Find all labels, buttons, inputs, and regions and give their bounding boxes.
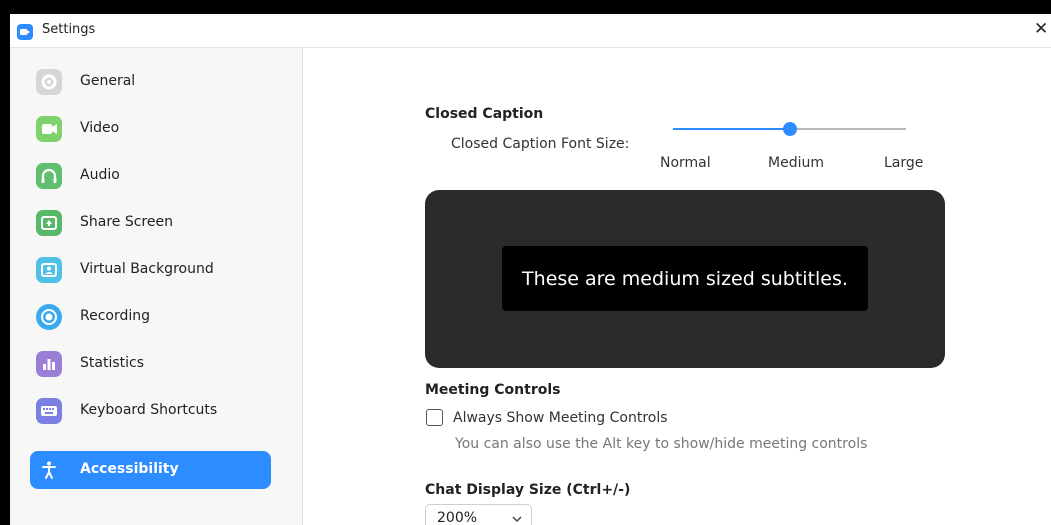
close-icon[interactable]: ✕: [1034, 19, 1048, 39]
sidebar-item-label: Statistics: [80, 355, 144, 371]
sidebar-item-audio[interactable]: Audio: [30, 157, 271, 195]
meeting-controls-title: Meeting Controls: [425, 382, 561, 398]
sidebar-item-video[interactable]: Video: [30, 110, 271, 148]
sidebar-item-keyboard-shortcuts[interactable]: Keyboard Shortcuts: [30, 392, 271, 430]
record-icon: [36, 304, 62, 330]
sidebar-item-recording[interactable]: Recording: [30, 298, 271, 336]
sidebar-item-general[interactable]: General: [30, 63, 271, 101]
sidebar-item-label: Accessibility: [80, 461, 179, 477]
slider-track-filled: [673, 128, 790, 130]
always-show-controls-label[interactable]: Always Show Meeting Controls: [453, 410, 668, 426]
sidebar-item-label: Video: [80, 120, 120, 136]
sidebar-item-label: General: [80, 73, 136, 89]
bar-chart-icon: [36, 351, 62, 377]
caption-font-size-label: Closed Caption Font Size:: [451, 136, 630, 152]
chat-display-size-value: 200%: [437, 510, 478, 525]
video-camera-icon: [36, 116, 62, 142]
gear-icon: [36, 69, 62, 95]
chevron-down-icon: [512, 516, 522, 523]
slider-option-large[interactable]: Large: [884, 155, 923, 171]
always-show-controls-checkbox[interactable]: [426, 409, 443, 426]
closed-caption-title: Closed Caption: [425, 106, 544, 122]
slider-track-empty: [790, 128, 906, 130]
settings-sidebar: General Video Audio Share Screen Virtual…: [10, 48, 303, 525]
sidebar-item-statistics[interactable]: Statistics: [30, 345, 271, 383]
window-title: Settings: [42, 22, 96, 37]
keyboard-icon: [36, 398, 62, 424]
slider-thumb[interactable]: [783, 122, 797, 136]
sidebar-item-label: Audio: [80, 167, 120, 183]
caption-preview: These are medium sized subtitles.: [425, 190, 945, 368]
sidebar-item-label: Recording: [80, 308, 151, 324]
sidebar-item-accessibility[interactable]: Accessibility: [30, 451, 271, 489]
sidebar-item-share-screen[interactable]: Share Screen: [30, 204, 271, 242]
slider-option-medium[interactable]: Medium: [768, 155, 824, 171]
virtual-background-icon: [36, 257, 62, 283]
headphones-icon: [36, 163, 62, 189]
settings-window: Settings ✕ General Video Audio Share Scr…: [10, 14, 1051, 525]
sidebar-item-label: Keyboard Shortcuts: [80, 402, 218, 418]
share-screen-icon: [36, 210, 62, 236]
title-bar: Settings ✕: [10, 14, 1051, 48]
chat-display-size-select[interactable]: 200%: [425, 504, 532, 525]
meeting-controls-hint: You can also use the Alt key to show/hid…: [455, 436, 868, 452]
zoom-video-icon: [17, 24, 33, 40]
chat-display-size-title: Chat Display Size (Ctrl+/-): [425, 482, 631, 498]
sidebar-item-virtual-background[interactable]: Virtual Background: [30, 251, 271, 289]
subtitle-preview-bar: These are medium sized subtitles.: [502, 246, 868, 311]
accessibility-panel: Closed Caption Closed Caption Font Size:…: [304, 48, 1051, 525]
sidebar-item-label: Share Screen: [80, 214, 173, 230]
subtitle-preview-text: These are medium sized subtitles.: [522, 267, 848, 290]
accessibility-person-icon: [36, 457, 62, 483]
slider-option-normal[interactable]: Normal: [660, 155, 711, 171]
sidebar-item-label: Virtual Background: [80, 261, 214, 277]
